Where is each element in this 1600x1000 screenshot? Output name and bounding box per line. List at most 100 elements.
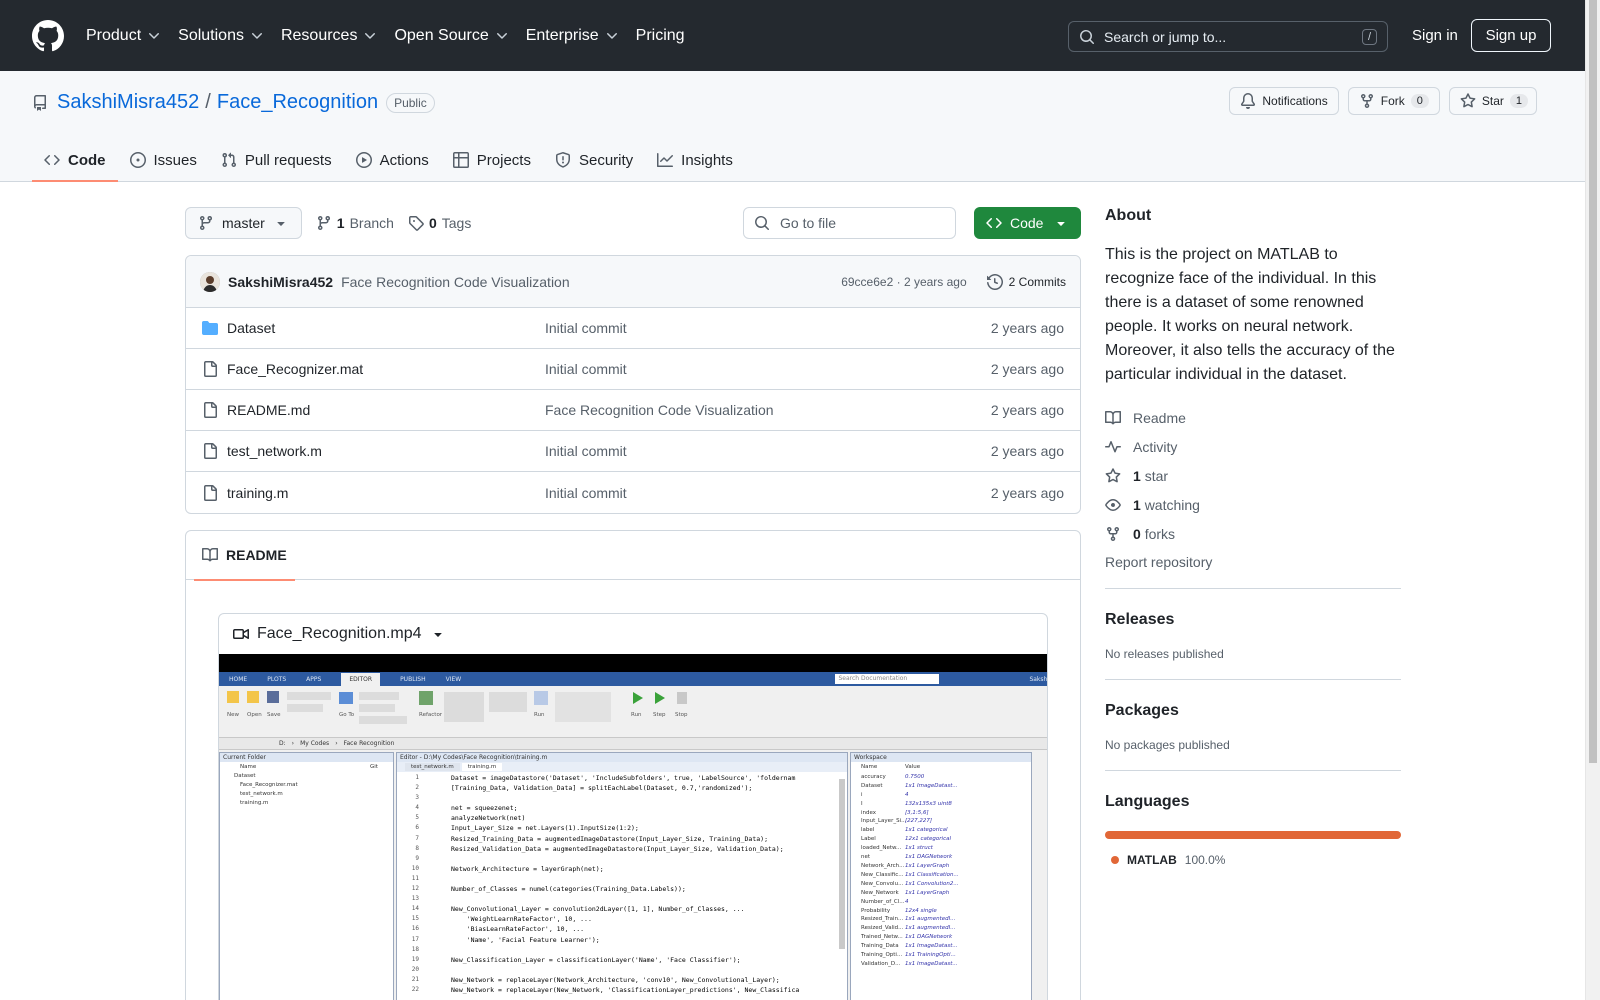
- nav-item-product[interactable]: Product: [86, 27, 162, 45]
- avatar[interactable]: [200, 271, 220, 292]
- nav-item-label: Enterprise: [525, 26, 599, 44]
- code-line: Resized_Training_Data = augmentedImageDa…: [451, 834, 768, 843]
- tab-insights[interactable]: Insights: [645, 139, 745, 181]
- notifications-label: Notifications: [1262, 94, 1328, 108]
- line-number: 22: [411, 985, 419, 993]
- commit-author-link[interactable]: SakshiMisra452: [228, 274, 333, 290]
- file-commit-message-link[interactable]: Initial commit: [545, 443, 975, 459]
- language-bar: [1105, 831, 1401, 839]
- notifications-button[interactable]: Notifications: [1229, 87, 1339, 115]
- branch-icon: [317, 216, 330, 231]
- workspace-var-name: accuracy: [861, 773, 886, 780]
- page-scrollbar[interactable]: [1585, 0, 1600, 1000]
- file-name-link[interactable]: Dataset: [227, 320, 545, 336]
- commit-meta: 69cce6e2 · 2 years ago 2 Commits: [841, 273, 1066, 290]
- about-link-Activity[interactable]: Activity: [1105, 432, 1401, 461]
- code-line: New_Network = replaceLayer(Network_Archi…: [451, 975, 780, 984]
- commit-message-link[interactable]: Face Recognition Code Visualization: [341, 274, 570, 290]
- tags-link[interactable]: 0 Tags: [408, 215, 471, 231]
- file-commit-age: 2 years ago: [990, 361, 1064, 377]
- about-link-star[interactable]: 1 star: [1105, 461, 1401, 490]
- star-button[interactable]: Star 1: [1448, 87, 1537, 115]
- nav-item-label: Resources: [280, 26, 358, 44]
- svg-text:Refactor: Refactor: [419, 712, 443, 718]
- releases-heading[interactable]: Releases: [1105, 611, 1401, 629]
- about-link-forks[interactable]: 0 forks: [1105, 519, 1401, 548]
- nav-item-solutions[interactable]: Solutions: [178, 27, 265, 45]
- about-description: This is the project on MATLAB to recogni…: [1105, 246, 1395, 383]
- nav-item-resources[interactable]: Resources: [281, 27, 378, 45]
- nav-item-open-source[interactable]: Open Source: [394, 27, 509, 45]
- repo-owner-link[interactable]: SakshiMisra452: [57, 91, 199, 114]
- code-button-label: Code: [1010, 215, 1044, 231]
- workspace-var-name: label: [861, 827, 875, 834]
- fork-button[interactable]: Fork 0: [1347, 87, 1440, 115]
- commit-hash[interactable]: 69cce6e2: [841, 275, 893, 289]
- language-item[interactable]: MATLAB 100.0%: [1105, 853, 1401, 867]
- nav-item-enterprise[interactable]: Enterprise: [526, 27, 620, 45]
- line-number: 12: [411, 885, 419, 893]
- video-player[interactable]: HOME PLOTS APPS EDITOR PUBLISH VIEW Search Doc…: [219, 654, 1047, 1000]
- workspace-row: Training_Opti... 1x1 TrainingOpti...: [851, 951, 1031, 960]
- workspace-var-value: 1x1 ImageDatast...: [905, 943, 958, 950]
- line-number: 10: [411, 864, 419, 872]
- repo-name-link[interactable]: Face_Recognition: [217, 91, 378, 114]
- github-logo-icon[interactable]: [32, 19, 64, 52]
- file-row[interactable]: test_network.m Initial commit 2 years ago: [186, 431, 1080, 472]
- latest-commit-bar: SakshiMisra452 Face Recognition Code Vis…: [186, 256, 1080, 308]
- file-commit-message-link[interactable]: Initial commit: [545, 320, 975, 336]
- code-dropdown-button[interactable]: Code: [974, 207, 1081, 239]
- sign-up-button[interactable]: Sign up: [1471, 19, 1551, 52]
- workspace-var-value: 132x135x3 uint8: [905, 800, 952, 807]
- editor-tabs: test_network.m training.m: [397, 762, 847, 772]
- about-link-watching[interactable]: 1 watching: [1105, 490, 1401, 519]
- packages-heading[interactable]: Packages: [1105, 702, 1401, 720]
- nav-item-pricing[interactable]: Pricing: [636, 27, 685, 45]
- file-row[interactable]: training.m Initial commit 2 years ago: [186, 472, 1080, 513]
- file-browser: SakshiMisra452 Face Recognition Code Vis…: [185, 255, 1081, 514]
- file-commit-message-link[interactable]: Initial commit: [545, 361, 975, 377]
- about-link-text: 0 forks: [1133, 526, 1175, 542]
- repo-separator: /: [205, 91, 211, 113]
- workspace-var-name: New_Convolu...: [861, 880, 904, 887]
- sign-in-link[interactable]: Sign in: [1412, 27, 1458, 44]
- file-commit-message-link[interactable]: Face Recognition Code Visualization: [545, 402, 975, 418]
- file-name-link[interactable]: training.m: [227, 485, 545, 501]
- folder-item: Dataset: [234, 773, 256, 779]
- file-commit-message-link[interactable]: Initial commit: [545, 485, 975, 501]
- file-name-link[interactable]: Face_Recognizer.mat: [227, 361, 545, 377]
- global-search-input[interactable]: Search or jump to... /: [1068, 21, 1388, 52]
- tab-code[interactable]: Code: [32, 139, 118, 182]
- about-link-Readme[interactable]: Readme: [1105, 403, 1401, 432]
- video-header[interactable]: Face_Recognition.mp4: [219, 614, 1047, 654]
- branches-link[interactable]: 1 Branch: [316, 215, 394, 231]
- code-icon: [986, 217, 1002, 229]
- line-number: 13: [411, 895, 419, 903]
- file-name-link[interactable]: README.md: [227, 402, 545, 418]
- workspace-var-name: loaded_Netw...: [861, 845, 902, 852]
- repo-tabs: Code Issues Pull requests Actions Projects Se…: [32, 139, 745, 182]
- code-line: New_Convolutional_Layer = convolution2dL…: [451, 905, 745, 914]
- file-row[interactable]: Face_Recognizer.mat Initial commit 2 years…: [186, 349, 1080, 390]
- workspace-row: Dataset 1x1 ImageDatast...: [851, 782, 1031, 791]
- tab-actions[interactable]: Actions: [344, 139, 441, 181]
- matlab-ribbon-tabs: HOME PLOTS APPS EDITOR PUBLISH VIEW Search Doc…: [219, 672, 1047, 686]
- tab-pull-requests[interactable]: Pull requests: [209, 139, 344, 181]
- readme-tab[interactable]: README: [194, 531, 295, 581]
- tab-projects[interactable]: Projects: [441, 139, 543, 181]
- workspace-var-value: 1x1 augmentedI...: [905, 925, 956, 932]
- file-row[interactable]: README.md Face Recognition Code Visualiza…: [186, 390, 1080, 431]
- workspace-row: accuracy 0.7500: [851, 773, 1031, 782]
- tab-issues[interactable]: Issues: [118, 139, 209, 181]
- tab-security[interactable]: Security: [543, 139, 645, 181]
- file-row[interactable]: Dataset Initial commit 2 years ago: [186, 308, 1080, 349]
- file-name-link[interactable]: test_network.m: [227, 443, 545, 459]
- go-to-file-input[interactable]: Go to file: [743, 207, 956, 239]
- commits-history-link[interactable]: 2 Commits: [986, 273, 1066, 290]
- branch-select-button[interactable]: master: [185, 207, 302, 239]
- report-repository-link[interactable]: Report repository: [1105, 554, 1401, 570]
- book-icon: [202, 547, 218, 562]
- scrollbar-thumb[interactable]: [1589, 0, 1597, 763]
- workspace-row: Trained_Netw... 1x1 DAGNetwork: [851, 933, 1031, 942]
